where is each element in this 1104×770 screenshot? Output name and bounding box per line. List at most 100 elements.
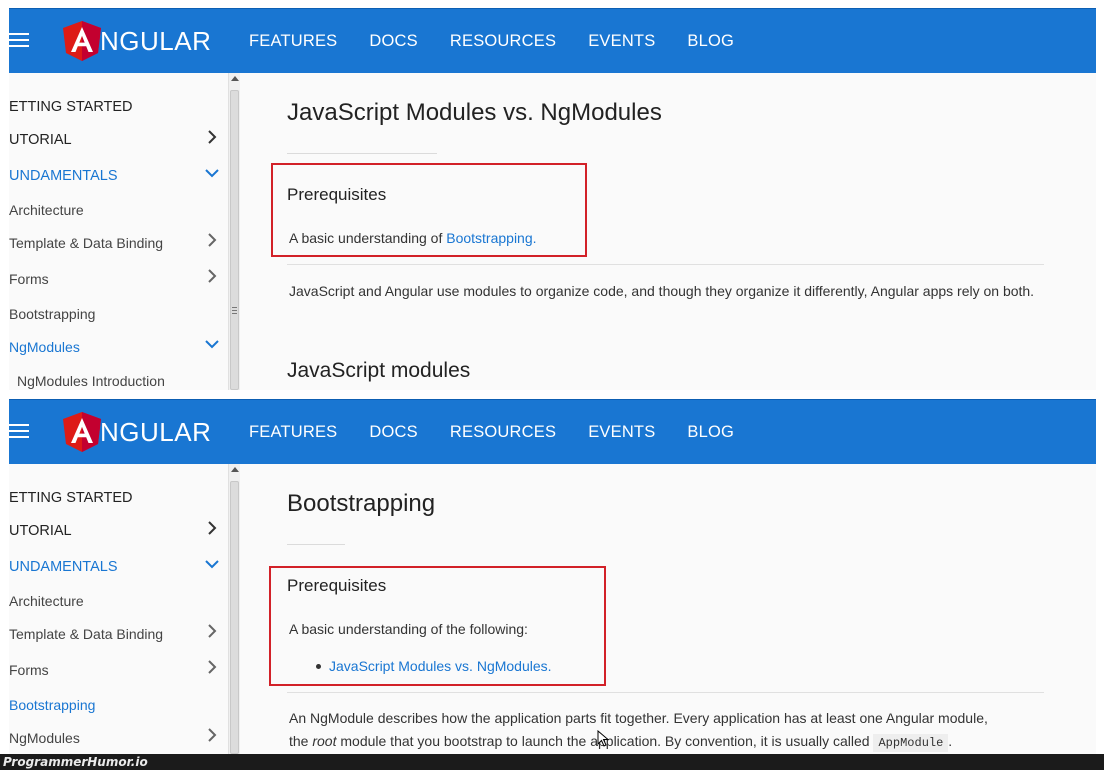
sidebar-scrollbar[interactable]	[228, 464, 240, 754]
bullet-icon	[316, 664, 321, 669]
sidebar-item-label: UTORIAL	[9, 523, 72, 539]
section-divider	[287, 692, 1044, 693]
sidebar-item-fundamentals[interactable]: UNDAMENTALS	[9, 168, 219, 184]
mouse-cursor-icon	[597, 730, 609, 747]
nav-events[interactable]: EVENTS	[588, 423, 655, 442]
sidebar-item-label: NgModules	[9, 730, 80, 746]
chevron-right-icon	[208, 130, 217, 144]
nav-blog[interactable]: BLOG	[687, 423, 734, 442]
sidebar: ETTING STARTED UTORIAL UNDAMENTALS Archi…	[9, 464, 231, 754]
sidebar-item-template-binding[interactable]: Template & Data Binding	[9, 233, 219, 251]
angular-logo[interactable]: NGULAR	[62, 411, 211, 453]
nav-blog[interactable]: BLOG	[687, 32, 734, 51]
prerequisites-text: A basic understanding of Bootstrapping.	[289, 230, 537, 246]
chevron-right-icon	[208, 660, 217, 674]
logo-text: NGULAR	[100, 416, 212, 447]
nav-features[interactable]: FEATURES	[249, 423, 337, 442]
chevron-right-icon	[208, 728, 217, 742]
sidebar-item-template-binding[interactable]: Template & Data Binding	[9, 624, 219, 642]
chevron-down-icon	[205, 560, 219, 569]
sidebar-item-label: NgModules Introduction	[17, 373, 165, 389]
bootstrapping-link[interactable]: Bootstrapping.	[446, 230, 536, 246]
paragraph-text: the	[289, 733, 313, 749]
top-navbar: NGULAR FEATURES DOCS RESOURCES EVENTS BL…	[9, 399, 1096, 464]
scroll-up-arrow-icon[interactable]	[231, 467, 239, 472]
prerequisites-heading: Prerequisites	[287, 185, 387, 204]
sidebar-item-fundamentals[interactable]: UNDAMENTALS	[9, 559, 219, 575]
grip-line	[232, 313, 237, 314]
bottom-screenshot: NGULAR FEATURES DOCS RESOURCES EVENTS BL…	[9, 399, 1096, 754]
sidebar-item-label: Forms	[9, 662, 49, 678]
top-navbar: NGULAR FEATURES DOCS RESOURCES EVENTS BL…	[9, 8, 1096, 73]
nav-features[interactable]: FEATURES	[249, 32, 337, 51]
menu-icon[interactable]	[9, 424, 29, 438]
js-modules-link[interactable]: JavaScript Modules vs. NgModules.	[329, 658, 552, 674]
sidebar-item-label: Forms	[9, 271, 49, 287]
sidebar-item-label: UNDAMENTALS	[9, 559, 118, 575]
title-divider	[287, 153, 437, 154]
sidebar-item-ngmodules[interactable]: NgModules	[9, 728, 219, 746]
sidebar-item-label: NgModules	[9, 339, 80, 355]
scrollbar-thumb[interactable]	[230, 481, 239, 754]
chevron-right-icon	[208, 269, 217, 283]
page-title: Bootstrapping	[287, 490, 436, 517]
sidebar-item-label: UNDAMENTALS	[9, 168, 118, 184]
menu-icon[interactable]	[9, 33, 29, 47]
nav-resources[interactable]: RESOURCES	[450, 32, 556, 51]
paragraph-line: An NgModule describes how the applicatio…	[289, 710, 988, 726]
page-title: JavaScript Modules vs. NgModules	[287, 99, 662, 126]
nav-docs[interactable]: DOCS	[369, 32, 417, 51]
nav-events[interactable]: EVENTS	[588, 32, 655, 51]
paragraph-text: .	[948, 733, 953, 749]
chevron-right-icon	[208, 521, 217, 535]
nav-resources[interactable]: RESOURCES	[450, 423, 556, 442]
angular-logo[interactable]: NGULAR	[62, 20, 211, 62]
sidebar-item-bootstrapping[interactable]: Bootstrapping	[9, 697, 219, 713]
chevron-right-icon	[208, 624, 217, 638]
appmodule-code: AppModule	[873, 734, 949, 752]
top-screenshot: NGULAR FEATURES DOCS RESOURCES EVENTS BL…	[9, 8, 1096, 390]
watermark-text: ProgrammerHumor.io	[3, 755, 148, 769]
sidebar-item-ngmodules-intro[interactable]: NgModules Introduction	[17, 373, 227, 389]
prerequisites-heading: Prerequisites	[287, 576, 387, 595]
sidebar-item-getting-started[interactable]: ETTING STARTED	[9, 490, 219, 506]
root-emphasis: root	[312, 733, 337, 749]
grip-line	[232, 307, 237, 308]
scrollbar-thumb[interactable]	[230, 90, 239, 390]
scroll-up-arrow-icon[interactable]	[231, 76, 239, 81]
sidebar-item-label: Architecture	[9, 593, 84, 609]
watermark-bar: ProgrammerHumor.io	[0, 754, 1104, 770]
logo-text: NGULAR	[100, 25, 212, 56]
nav-docs[interactable]: DOCS	[369, 423, 417, 442]
sidebar-item-label: Bootstrapping	[9, 697, 96, 713]
section-heading: JavaScript modules	[287, 359, 471, 382]
sidebar-item-forms[interactable]: Forms	[9, 269, 219, 287]
sidebar-item-label: Architecture	[9, 202, 84, 218]
sidebar-item-bootstrapping[interactable]: Bootstrapping	[9, 306, 219, 322]
sidebar-item-architecture[interactable]: Architecture	[9, 202, 219, 218]
sidebar-item-label: ETTING STARTED	[9, 490, 133, 506]
sidebar-item-ngmodules[interactable]: NgModules	[9, 339, 219, 355]
sidebar-item-architecture[interactable]: Architecture	[9, 593, 219, 609]
main-nav: FEATURES DOCS RESOURCES EVENTS BLOG	[249, 400, 766, 465]
sidebar-item-getting-started[interactable]: ETTING STARTED	[9, 99, 219, 115]
intro-paragraph: JavaScript and Angular use modules to or…	[289, 283, 1035, 299]
sidebar-item-tutorial[interactable]: UTORIAL	[9, 521, 219, 539]
doc-content: Bootstrapping Prerequisites A basic unde…	[241, 464, 1096, 754]
angular-shield-icon	[63, 412, 101, 452]
chevron-right-icon	[208, 233, 217, 247]
chevron-down-icon	[205, 169, 219, 178]
chevron-down-icon	[205, 340, 219, 349]
sidebar-item-label: Template & Data Binding	[9, 626, 164, 642]
main-nav: FEATURES DOCS RESOURCES EVENTS BLOG	[249, 9, 766, 74]
title-divider	[287, 544, 345, 545]
section-divider	[287, 264, 1044, 265]
sidebar-scrollbar[interactable]	[228, 73, 240, 390]
prerequisites-text: A basic understanding of the following:	[289, 621, 528, 637]
sidebar: ETTING STARTED UTORIAL UNDAMENTALS Archi…	[9, 73, 231, 390]
sidebar-item-label: ETTING STARTED	[9, 99, 133, 115]
sidebar-item-tutorial[interactable]: UTORIAL	[9, 130, 219, 148]
sidebar-item-forms[interactable]: Forms	[9, 660, 219, 678]
angular-shield-icon	[63, 21, 101, 61]
sidebar-item-label: Bootstrapping	[9, 306, 96, 322]
